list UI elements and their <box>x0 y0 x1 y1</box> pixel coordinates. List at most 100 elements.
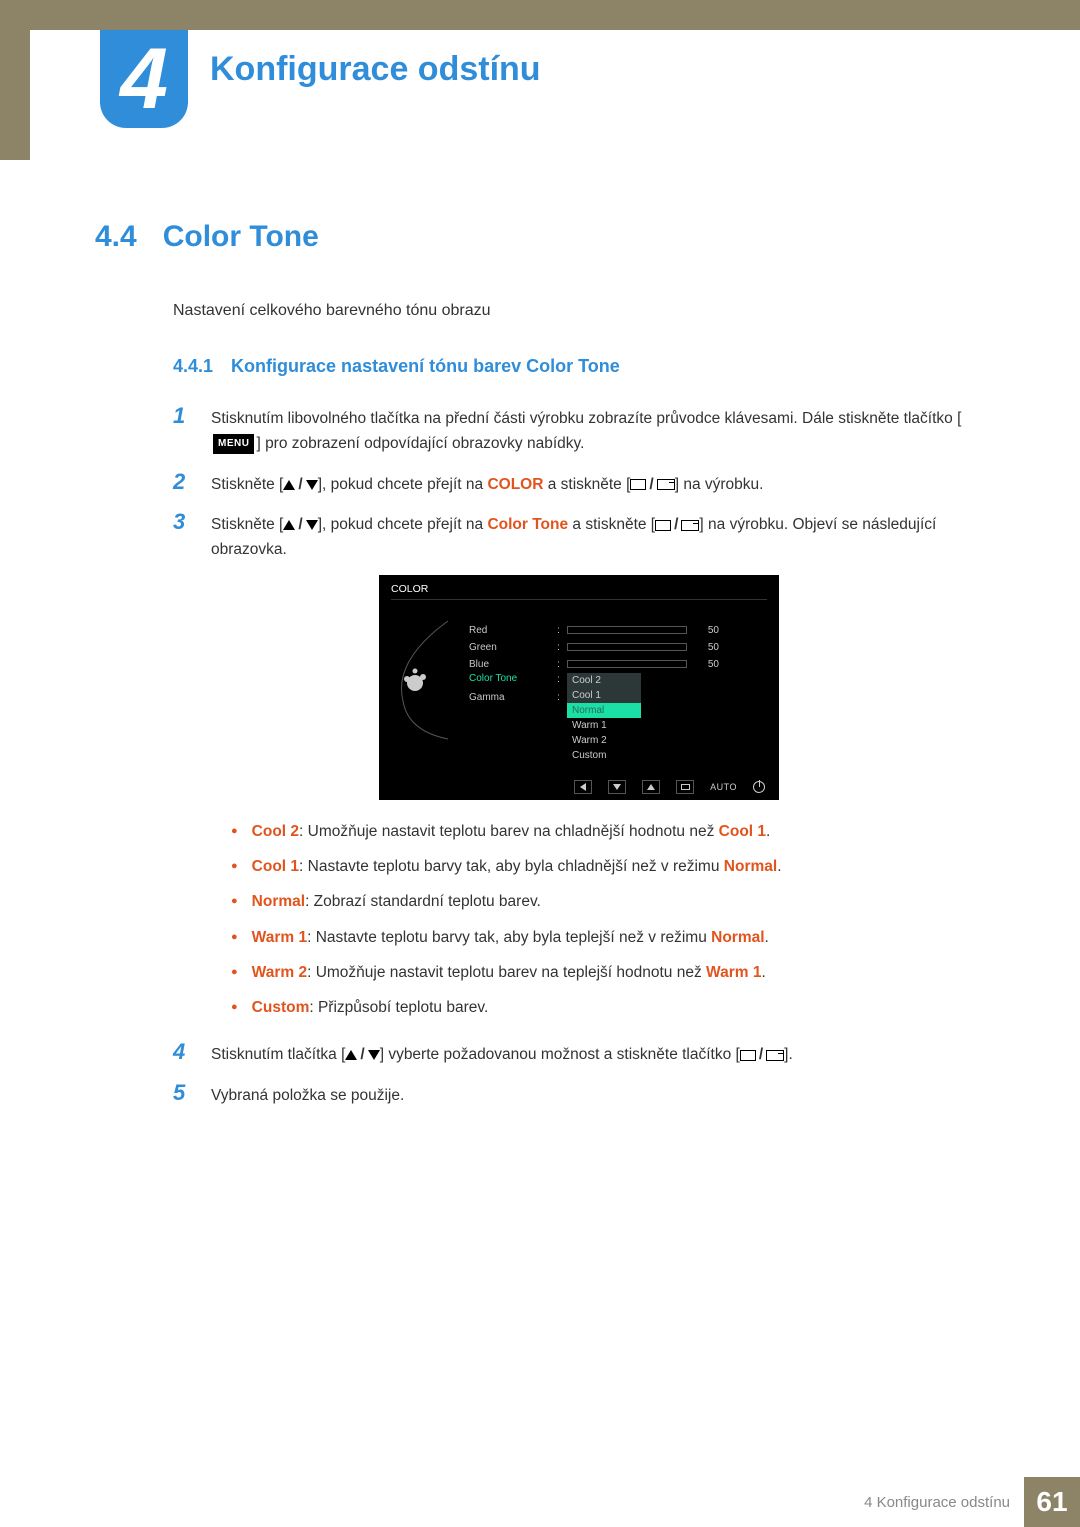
enter-button-icon <box>681 520 699 531</box>
osd-nav-enter-icon <box>676 780 694 794</box>
step-text: Stisknutím tlačítka [ / ] vyberte požadova… <box>211 1043 985 1068</box>
osd-curve-decor <box>393 621 453 741</box>
step-2: 2 Stiskněte [/], pokud chcete přejít na … <box>173 469 985 498</box>
text: . <box>777 858 781 875</box>
bullet-normal: ●Normal: Zobrazí standardní teplotu bare… <box>231 890 985 913</box>
text: ]. <box>784 1046 793 1063</box>
osd-label: Blue <box>469 659 557 670</box>
slash-icon: / <box>674 513 678 538</box>
text: : Nastavte teplotu barvy tak, aby byla t… <box>307 929 711 946</box>
osd-option: Warm 2 <box>567 733 641 748</box>
keyword: Warm 1 <box>252 929 307 946</box>
osd-nav-down-icon <box>608 780 626 794</box>
triangle-down-icon <box>306 480 318 490</box>
osd-slider <box>567 626 687 634</box>
bullet-dot-icon: ● <box>231 820 238 843</box>
keyword: Cool 2 <box>252 823 299 840</box>
step-text: Vybraná položka se použije. <box>211 1084 985 1109</box>
osd-option: Cool 1 <box>567 688 641 703</box>
bullet-warm1: ● Warm 1: Nastavte teplotu barvy tak, aby… <box>231 926 985 949</box>
subsection-heading: 4.4.1 Konfigurace nastavení tónu barev C… <box>173 356 985 377</box>
bullet-cool1: ●Cool 1: Nastavte teplotu barvy tak, aby… <box>231 855 985 878</box>
rect-button-icon <box>655 520 671 531</box>
osd-value: 50 <box>695 625 719 636</box>
triangle-down-icon <box>306 520 318 530</box>
keyword: Custom <box>252 999 310 1016</box>
osd-screenshot: COLOR Red: 50 Green: 50 <box>379 575 779 800</box>
keyword: Normal <box>724 858 777 875</box>
steps: 1 Stisknutím libovolného tlačítka na pře… <box>173 403 985 1109</box>
text: . <box>766 823 770 840</box>
osd-slider <box>567 660 687 668</box>
osd-option-selected: Normal <box>567 703 641 718</box>
step-3: 3 Stiskněte [/], pokud chcete přejít na … <box>173 509 985 563</box>
bullet-dot-icon: ● <box>231 855 238 878</box>
page-footer: 4 Konfigurace odstínu 61 <box>0 1477 1080 1527</box>
step-4: 4 Stisknutím tlačítka [/] vyberte požado… <box>173 1039 985 1068</box>
text: ] na výrobku. <box>675 476 764 493</box>
osd-nav-up-icon <box>642 780 660 794</box>
osd-footer: AUTO <box>574 780 765 794</box>
page-number-badge: 61 <box>1024 1477 1080 1527</box>
keyword: Warm 2 <box>252 964 307 981</box>
step-text: Stiskněte [/], pokud chcete přejít na Co… <box>211 513 985 563</box>
text: ] pro zobrazení odpovídající obrazovky n… <box>256 435 584 452</box>
triangle-up-icon <box>283 520 295 530</box>
bullet-dot-icon: ● <box>231 996 238 1019</box>
osd-value: 50 <box>695 659 719 670</box>
osd-label: Green <box>469 642 557 653</box>
text: ], pokud chcete přejít na <box>318 476 488 493</box>
enter-button-icon <box>657 479 675 490</box>
osd-nav-left-icon <box>574 780 592 794</box>
keyword: Color Tone <box>487 516 568 533</box>
osd-auto-label: AUTO <box>710 782 737 792</box>
slash-icon: / <box>649 473 653 498</box>
osd-body: Red: 50 Green: 50 Blue: 50 Color Tone: <box>469 622 767 706</box>
text: : Přizpůsobí teplotu barev. <box>309 999 488 1016</box>
step-text: Stisknutím libovolného tlačítka na předn… <box>211 407 985 457</box>
text: Stiskněte [ <box>211 476 283 493</box>
osd-slider <box>567 643 687 651</box>
subsection-number: 4.4.1 <box>173 356 213 377</box>
text: Stisknutím tlačítka [ <box>211 1046 345 1063</box>
rect-button-icon <box>740 1050 756 1061</box>
bullet-dot-icon: ● <box>231 926 238 949</box>
option-bullets: ●Cool 2: Umožňuje nastavit teplotu barev… <box>231 820 985 1020</box>
step-number: 5 <box>173 1080 193 1106</box>
step-text: Stiskněte [ / ], pokud chcete přejít na CO… <box>211 473 985 498</box>
bullet-custom: ● Custom: Přizpůsobí teplotu barev. <box>231 996 985 1019</box>
chapter-title: Konfigurace odstínu <box>210 50 541 89</box>
text: ], pokud chcete přejít na <box>318 516 488 533</box>
osd-option: Cool 2 <box>567 673 641 688</box>
osd-label: Color Tone <box>469 673 557 684</box>
bullet-warm2: ●Warm 2: Umožňuje nastavit teplotu barev… <box>231 961 985 984</box>
section-title: Color Tone <box>163 220 319 254</box>
text: : Zobrazí standardní teplotu barev. <box>305 893 541 910</box>
section-heading: 4.4 Color Tone <box>95 220 985 254</box>
osd-power-icon <box>753 781 765 793</box>
footer-text: 4 Konfigurace odstínu <box>864 1494 1010 1511</box>
slash-icon: / <box>298 513 302 538</box>
osd-title: COLOR <box>391 583 767 600</box>
text: ] vyberte požadovanou možnost a stisknět… <box>380 1046 740 1063</box>
text: : Umožňuje nastavit teplotu barev na tep… <box>307 964 706 981</box>
enter-button-icon <box>766 1050 784 1061</box>
keyword: Cool 1 <box>719 823 766 840</box>
triangle-up-icon <box>283 480 295 490</box>
step-number: 1 <box>173 403 193 429</box>
osd-option: Warm 1 <box>567 718 641 733</box>
section-number: 4.4 <box>95 220 137 254</box>
osd-dropdown: Cool 2 Cool 1 Normal Warm 1 Warm 2 Custo… <box>567 673 641 763</box>
text: : Umožňuje nastavit teplotu barev na chl… <box>299 823 719 840</box>
keyword: COLOR <box>487 476 543 493</box>
page-content: 4.4 Color Tone Nastavení celkového barev… <box>95 220 985 1121</box>
text: Stisknutím libovolného tlačítka na předn… <box>211 410 961 427</box>
menu-chip-icon: MENU <box>213 434 254 454</box>
slash-icon: / <box>759 1043 763 1068</box>
chapter-number-badge: 4 <box>100 30 188 128</box>
bullet-cool2: ● Cool 2: Umožňuje nastavit teplotu barev… <box>231 820 985 843</box>
step-5: 5 Vybraná položka se použije. <box>173 1080 985 1109</box>
left-band <box>0 0 30 160</box>
slash-icon: / <box>360 1043 364 1068</box>
osd-row-green: Green: 50 <box>469 639 767 656</box>
